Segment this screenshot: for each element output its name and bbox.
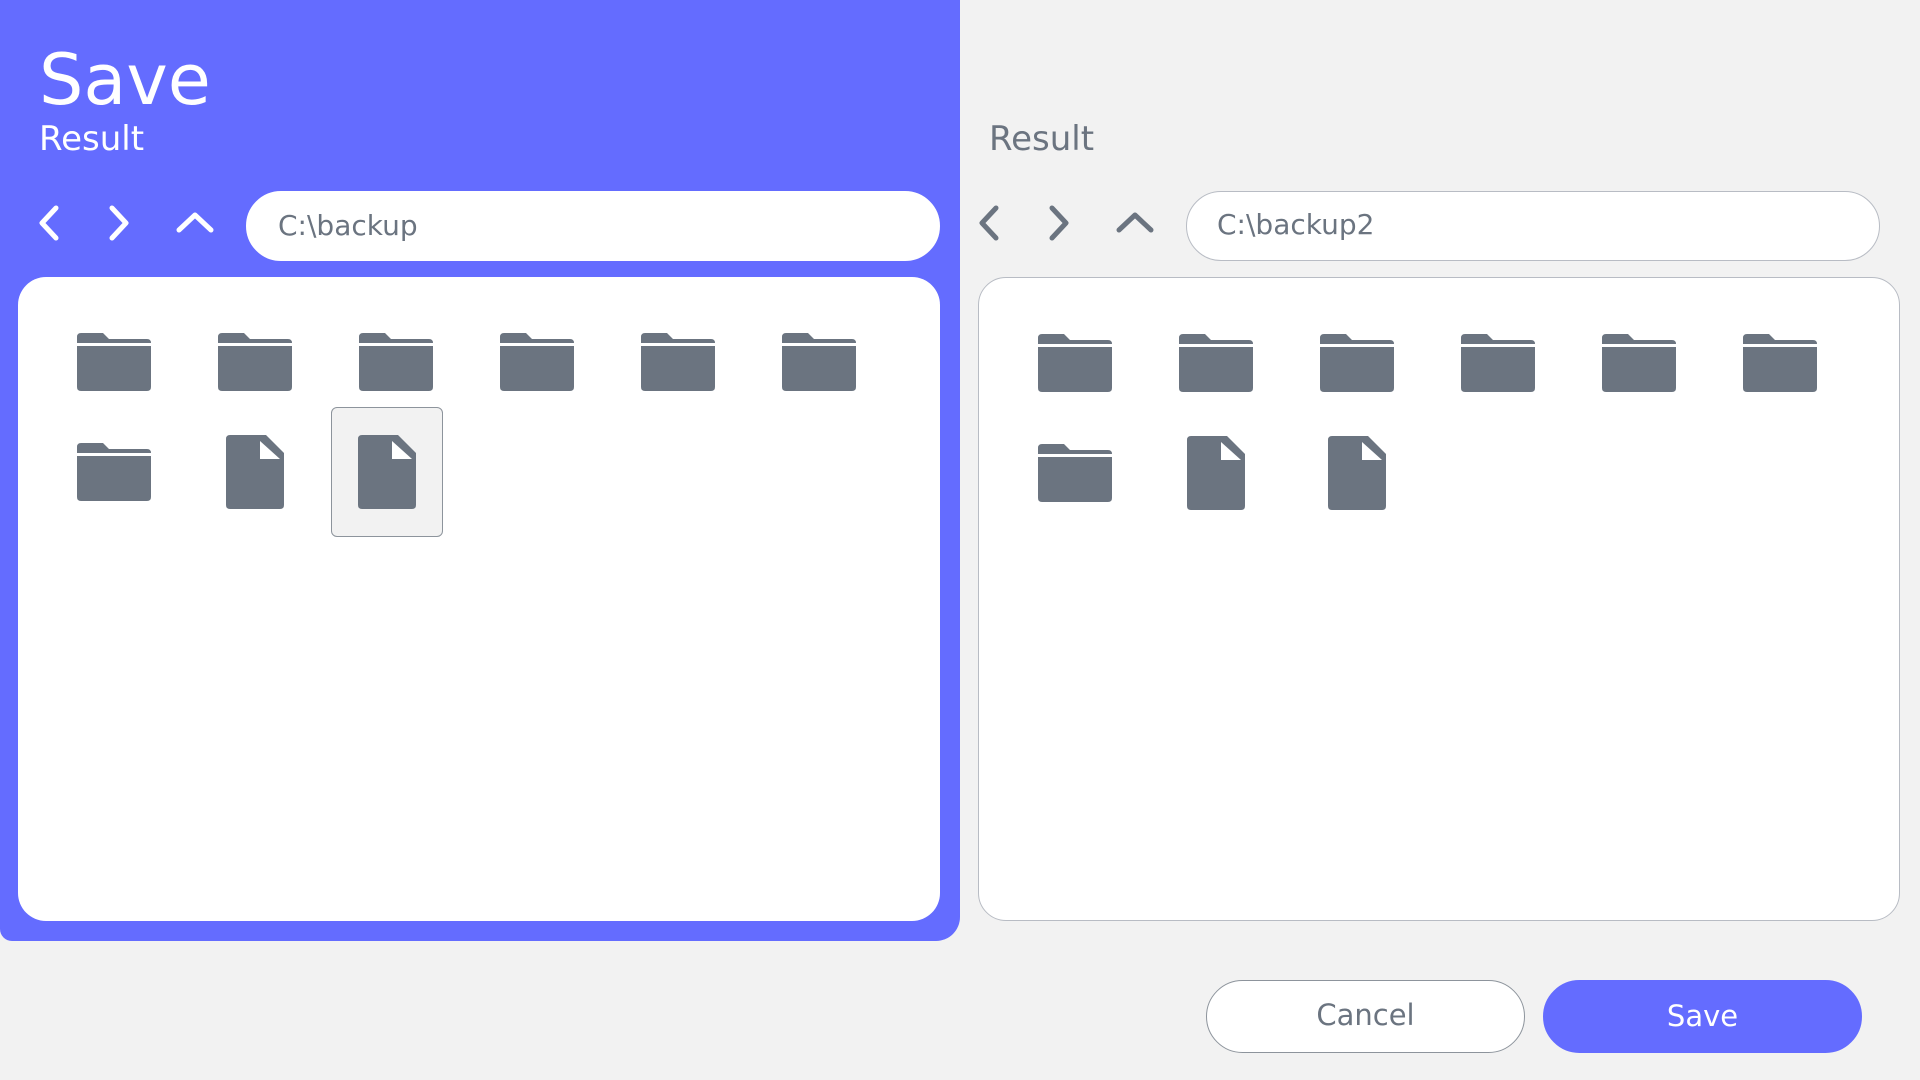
- folder-icon: [1038, 334, 1112, 392]
- folder-icon: [359, 333, 433, 391]
- folder-icon: [1038, 444, 1112, 502]
- folder-icon: [500, 333, 574, 391]
- up-directory-button[interactable]: [170, 198, 220, 248]
- folder-item[interactable]: [1724, 298, 1836, 428]
- back-button[interactable]: [25, 198, 75, 248]
- left-pane-subtitle: Result: [39, 119, 145, 159]
- chevron-right-icon: [109, 205, 129, 241]
- back-button[interactable]: [965, 198, 1015, 248]
- folder-icon: [77, 333, 151, 391]
- dialog-title: Save: [39, 39, 211, 121]
- folder-item[interactable]: [1442, 298, 1554, 428]
- left-file-pane: Save Result C:\backup: [0, 0, 960, 941]
- folder-item[interactable]: [1583, 298, 1695, 428]
- right-path-input[interactable]: C:\backup2: [1186, 191, 1880, 261]
- folder-item[interactable]: [763, 297, 875, 427]
- file-icon: [1328, 436, 1386, 510]
- left-file-grid: [18, 277, 940, 921]
- folder-icon: [218, 333, 292, 391]
- file-icon: [226, 435, 284, 509]
- right-navigation-bar: C:\backup2: [960, 188, 1920, 261]
- file-icon: [358, 435, 416, 509]
- folder-item[interactable]: [58, 407, 170, 537]
- file-icon: [1187, 436, 1245, 510]
- up-directory-button[interactable]: [1110, 198, 1160, 248]
- folder-icon: [1461, 334, 1535, 392]
- left-navigation-bar: C:\backup: [0, 188, 960, 261]
- folder-icon: [1320, 334, 1394, 392]
- chevron-left-icon: [979, 205, 999, 241]
- right-file-grid: [978, 277, 1900, 921]
- file-item-selected[interactable]: [331, 407, 443, 537]
- folder-item[interactable]: [622, 297, 734, 427]
- folder-icon: [1602, 334, 1676, 392]
- folder-item[interactable]: [481, 297, 593, 427]
- forward-button[interactable]: [1033, 198, 1083, 248]
- right-file-pane: Result C:\backup2: [960, 0, 1920, 941]
- folder-icon: [1179, 334, 1253, 392]
- chevron-up-icon: [176, 212, 214, 233]
- file-item[interactable]: [1160, 408, 1272, 538]
- left-path-input[interactable]: C:\backup: [246, 191, 940, 261]
- folder-icon: [77, 443, 151, 501]
- save-button[interactable]: Save: [1543, 980, 1862, 1053]
- chevron-left-icon: [39, 205, 59, 241]
- file-item[interactable]: [199, 407, 311, 537]
- right-pane-subtitle: Result: [989, 119, 1095, 159]
- cancel-button[interactable]: Cancel: [1206, 980, 1525, 1053]
- forward-button[interactable]: [93, 198, 143, 248]
- file-item[interactable]: [1301, 408, 1413, 538]
- chevron-up-icon: [1116, 212, 1154, 233]
- folder-icon: [641, 333, 715, 391]
- chevron-right-icon: [1049, 205, 1069, 241]
- folder-item[interactable]: [1019, 408, 1131, 538]
- folder-icon: [1743, 334, 1817, 392]
- folder-icon: [782, 333, 856, 391]
